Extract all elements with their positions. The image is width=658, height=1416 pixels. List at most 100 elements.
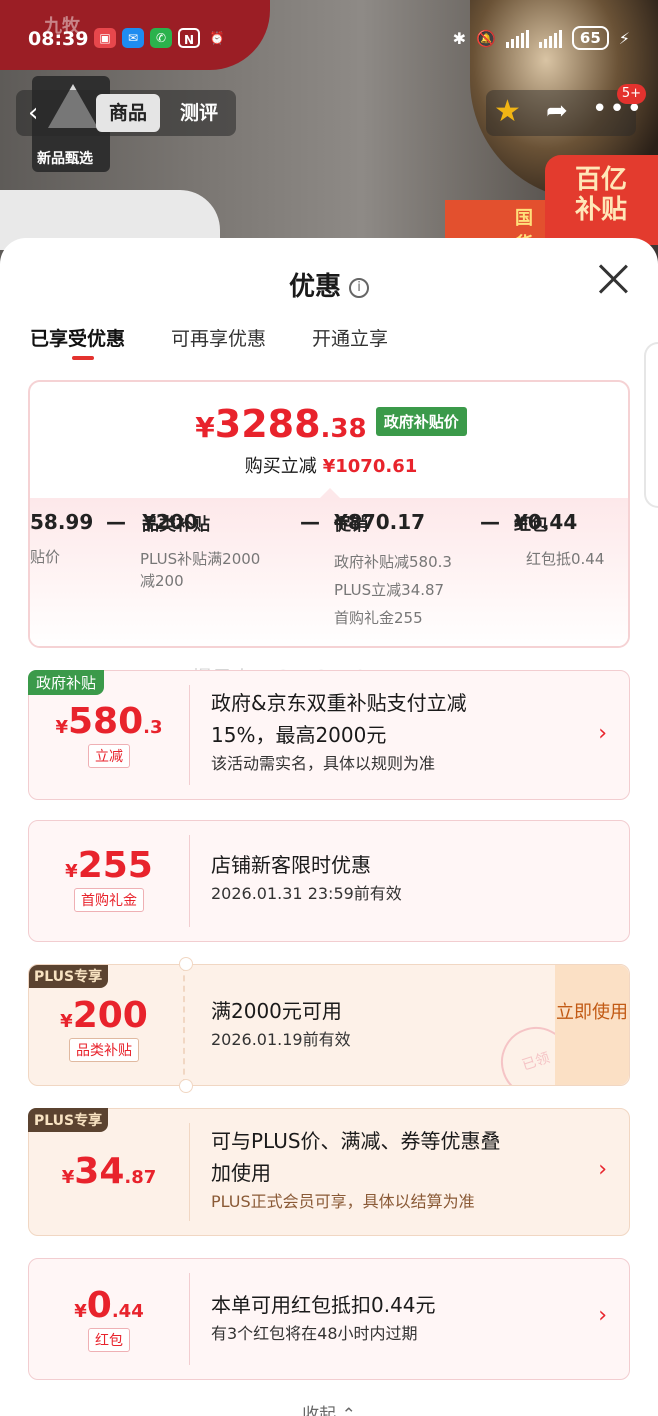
system-icons: ✱ 🔕 65 ⚡ — [453, 26, 630, 50]
wechat-icon: ✆ — [150, 28, 172, 48]
sheet-title: 优惠 — [288, 272, 341, 302]
coupon-description: 可与PLUS价、满减、券等优惠叠 加使用 PLUS正式会员可享，具体以结算为准 — [211, 1125, 589, 1215]
coupon-amount-block: ¥34.87 — [29, 1109, 189, 1235]
coupon-red-packet[interactable]: ¥0.44 红包 本单可用红包抵扣0.44元 有3个红包将在48小时内过期 › — [28, 1258, 630, 1380]
nfc-icon: N — [178, 28, 200, 48]
coupon-description: 本单可用红包抵扣0.44元 有3个红包将在48小时内过期 — [211, 1289, 589, 1347]
coupon-amount-block: ¥200 品类补贴 — [29, 965, 179, 1085]
battery-indicator: 65 — [571, 26, 609, 50]
coupon-title: 可与PLUS价、满减、券等优惠叠 — [211, 1129, 501, 1153]
product-nav: ‹ 商品 测评 — [16, 90, 236, 136]
coupon-amount: ¥580.3 — [55, 701, 163, 742]
promotion-note: 政府补贴减580.3 PLUS立减34.87 首购礼金255 — [334, 553, 452, 627]
coupon-title-cont: 加使用 — [211, 1161, 271, 1185]
gov-subsidy-price-tag: 政府补贴价 — [375, 407, 467, 436]
info-icon[interactable]: i — [349, 278, 369, 298]
final-price: ¥3288.38 — [195, 402, 367, 446]
coupon-amount-block: ¥255 首购礼金 — [29, 821, 189, 941]
red-packet-note: 红包抵0.44 — [526, 550, 605, 568]
alarm-icon: ⏰ — [209, 31, 225, 45]
coupon-type-tag: 首购礼金 — [74, 888, 144, 912]
coupon-amount-block: ¥580.3 立减 — [29, 671, 189, 799]
coupon-plus-instant[interactable]: PLUS专享 ¥34.87 可与PLUS价、满减、券等优惠叠 加使用 PLUS正… — [28, 1108, 630, 1236]
share-icon[interactable]: ➦ — [546, 96, 568, 126]
product-actions: ★ ➦ ••• 5+ — [486, 84, 646, 136]
subsidy-promo-banner: 百亿 补贴 — [545, 155, 658, 245]
mute-icon: 🔕 — [475, 28, 496, 48]
chevron-up-icon: ⌃ — [341, 1405, 356, 1416]
coupon-type-tag: 红包 — [88, 1328, 130, 1352]
more-badge: 5+ — [616, 84, 646, 104]
discount-tabs: 已享受优惠 可再享优惠 开通立享 — [30, 324, 388, 360]
coupon-title-cont: 15%，最高2000元 — [211, 723, 387, 747]
side-drawer-handle[interactable] — [644, 342, 658, 508]
coupon-description: 店铺新客限时优惠 2026.01.31 23:59前有效 — [211, 849, 589, 907]
coupon-plus-category[interactable]: PLUS专享 ¥200 品类补贴 满2000元可用 2026.01.19前有效 … — [28, 964, 630, 1086]
coupon-title: 满2000元可用 — [211, 999, 342, 1023]
tab-goods[interactable]: 商品 — [96, 94, 160, 132]
coupon-amount: ¥34.87 — [61, 1151, 157, 1192]
status-bar: 08:39 ▣ ✉ ✆ N ⏰ ✱ 🔕 65 ⚡ — [0, 22, 658, 58]
back-arrow-icon[interactable]: ‹ — [28, 98, 38, 128]
coupon-description: 政府&京东双重补贴支付立减 15%，最高2000元 该活动需实名，具体以规则为准 — [211, 687, 589, 777]
chevron-right-icon[interactable]: › — [598, 1157, 607, 1182]
coupon-note: PLUS正式会员可享，具体以结算为准 — [211, 1192, 475, 1211]
minus-sign: — — [106, 510, 126, 534]
coupon-gov-subsidy[interactable]: 政府补贴 ¥580.3 立减 政府&京东双重补贴支付立减 15%，最高2000元… — [28, 670, 630, 800]
coupon-amount: ¥0.44 — [74, 1285, 144, 1326]
base-price-value: 58.99 — [30, 510, 94, 534]
promo-title-1: 百亿 — [575, 165, 628, 195]
tab-more-available[interactable]: 可再享优惠 — [171, 324, 266, 351]
favorite-star-icon[interactable]: ★ — [494, 94, 521, 129]
discount-sheet: 优惠 i 已享受优惠 可再享优惠 开通立享 ¥3288.38 政府补贴价 购买立减… — [0, 238, 658, 1416]
price-breakdown: 58.99 — 品类补贴 ¥200 — 促销 ¥870.17 — 红包 ¥0.4… — [30, 498, 628, 646]
charging-icon: ⚡ — [618, 28, 630, 48]
minus-sign: — — [480, 510, 500, 534]
summary-caret — [320, 488, 340, 498]
signal-icon-2 — [538, 28, 562, 48]
chevron-right-icon[interactable]: › — [598, 721, 607, 746]
coupon-type-tag: 品类补贴 — [69, 1038, 139, 1062]
close-icon[interactable] — [598, 264, 628, 294]
chevron-right-icon[interactable]: › — [598, 1303, 607, 1328]
total-discount-amount: ¥1070.61 — [322, 456, 418, 477]
coupon-title: 政府&京东双重补贴支付立减 — [211, 691, 467, 715]
clock: 08:39 — [28, 28, 89, 50]
total-discount-label: 购买立减 — [244, 456, 317, 477]
coupon-divider — [189, 1123, 190, 1221]
coupon-notch — [179, 957, 193, 971]
coupon-first-purchase[interactable]: ¥255 首购礼金 店铺新客限时优惠 2026.01.31 23:59前有效 — [28, 820, 630, 942]
new-pick-label: 新品甄选 — [37, 151, 93, 167]
coupon-title: 本单可用红包抵扣0.44元 — [211, 1293, 436, 1317]
price-summary: ¥3288.38 政府补贴价 购买立减 ¥1070.61 58.99 — 品类补贴… — [28, 380, 630, 648]
coupon-amount: ¥255 — [65, 845, 153, 886]
base-price-note: 贴价 — [30, 548, 61, 566]
coupon-amount: ¥200 — [60, 995, 148, 1036]
tab-review[interactable]: 测评 — [180, 94, 218, 132]
notification-icons: ▣ ✉ ✆ N ⏰ — [94, 28, 228, 48]
coupon-expiry-note: 有3个红包将在48小时内过期 — [211, 1324, 418, 1343]
collapse-button[interactable]: 收起 ⌃ — [0, 1400, 658, 1416]
promo-title-2: 补贴 — [575, 195, 628, 225]
category-subsidy-note: PLUS补贴满2000 减200 — [140, 550, 261, 590]
coupon-notch — [179, 1079, 193, 1093]
coupon-note: 该活动需实名，具体以规则为准 — [211, 754, 436, 773]
use-now-button[interactable]: 立即使用 — [555, 965, 629, 1085]
chat-notification-icon: ✉ — [122, 28, 144, 48]
tab-enjoyed[interactable]: 已享受优惠 — [30, 324, 125, 360]
coupon-amount-block: ¥0.44 红包 — [29, 1259, 189, 1379]
tab-activate[interactable]: 开通立享 — [312, 324, 388, 351]
total-discount-row: 购买立减 ¥1070.61 — [30, 452, 628, 478]
minus-sign: — — [300, 510, 320, 534]
coupon-validity: 2026.01.31 23:59前有效 — [211, 884, 402, 903]
coupon-title: 店铺新客限时优惠 — [211, 853, 371, 877]
coupon-divider — [189, 835, 190, 927]
bluetooth-icon: ✱ — [452, 28, 466, 48]
coupon-type-tag: 立减 — [88, 744, 130, 768]
coupon-divider — [189, 1273, 190, 1365]
coupon-perforation — [183, 965, 185, 1085]
signal-icon — [505, 28, 529, 48]
app-notification-icon: ▣ — [94, 28, 116, 48]
sheet-title-row: 优惠 i — [0, 266, 658, 303]
breakdown-row: 58.99 — 品类补贴 ¥200 — 促销 ¥870.17 — 红包 ¥0.4… — [30, 510, 578, 535]
